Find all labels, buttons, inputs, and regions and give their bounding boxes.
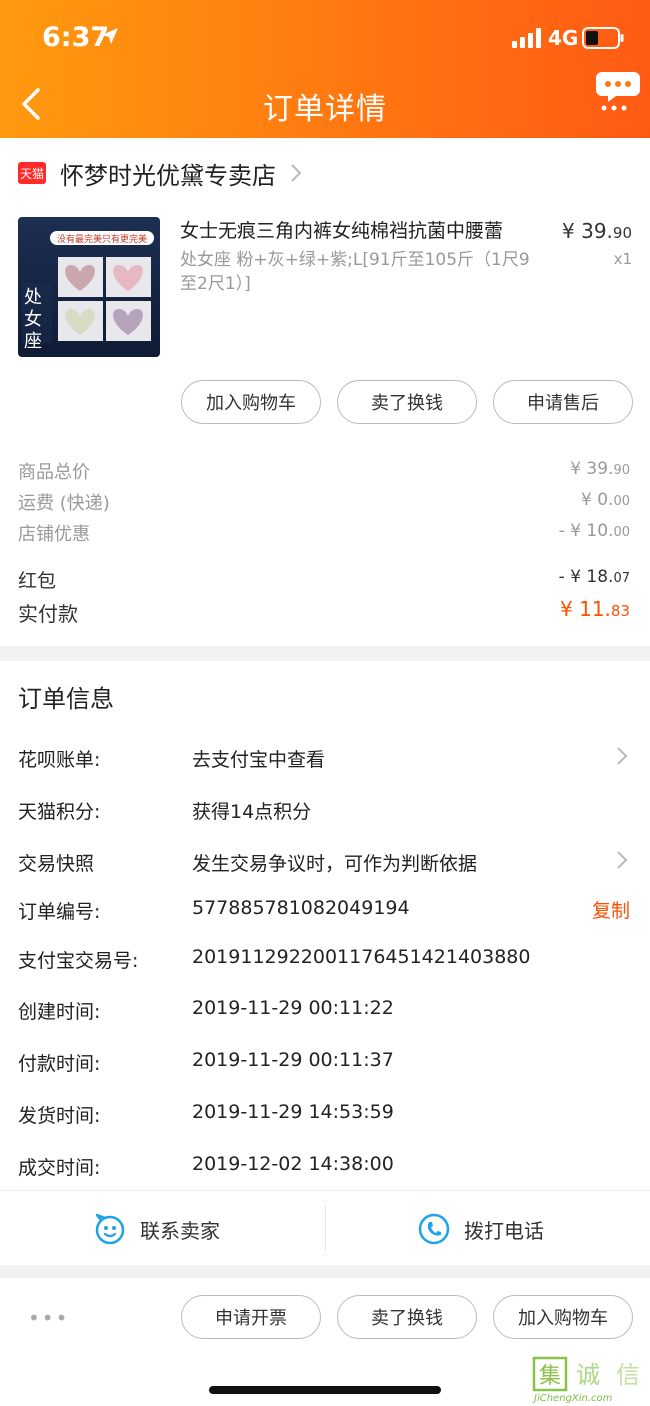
info-value-completed: 2019-12-02 14:38:00 xyxy=(192,1153,394,1175)
fee-label-discount: 店铺优惠 xyxy=(18,524,90,545)
fee-value-total: ¥ 39.90 xyxy=(570,459,630,479)
product-title[interactable]: 女士无痕三角内裤女纯棉裆抗菌中腰蕾 xyxy=(180,216,550,243)
shop-name[interactable]: 怀梦时光优黛专卖店 xyxy=(60,156,276,191)
product-image-caption-side: 处女座 xyxy=(24,287,42,352)
info-label-completed: 成交时间: xyxy=(18,1157,101,1179)
chevron-right-icon xyxy=(291,164,302,182)
info-value-alipay-no: 2019112922001176451421403880 xyxy=(192,946,531,968)
contact-divider-line xyxy=(0,1190,650,1191)
watermark-text: JiChengXin.com xyxy=(534,1393,613,1404)
info-label-order-no: 订单编号: xyxy=(18,901,101,923)
add-to-cart-bottom-button[interactable]: 加入购物车 xyxy=(493,1295,633,1339)
location-arrow-icon xyxy=(102,28,118,44)
info-value-huabei[interactable]: 去支付宝中查看 xyxy=(192,745,325,772)
info-value-paid-time: 2019-11-29 00:11:37 xyxy=(192,1049,394,1071)
page-title: 订单详情 xyxy=(263,92,387,127)
shop-row[interactable]: 天猫 怀梦时光优黛专卖店 xyxy=(18,156,302,191)
info-label-points: 天猫积分: xyxy=(18,801,101,823)
status-bar: 6:37 4G xyxy=(0,0,650,78)
header-bar: 6:37 4G 订单详情 xyxy=(0,0,650,138)
call-phone-label: 拨打电话 xyxy=(464,1218,544,1243)
chevron-right-icon[interactable] xyxy=(616,746,628,766)
info-value-created: 2019-11-29 00:11:22 xyxy=(192,997,394,1019)
sell-for-cash-button[interactable]: 卖了换钱 xyxy=(337,380,477,424)
product-qty: x1 xyxy=(613,250,632,268)
svg-text:集: 集 xyxy=(539,1364,561,1389)
contact-seller-button[interactable]: 联系卖家 xyxy=(94,1204,220,1254)
call-phone-button[interactable]: 拨打电话 xyxy=(418,1204,544,1254)
info-label-snapshot: 交易快照 xyxy=(18,853,95,875)
info-value-shipped: 2019-11-29 14:53:59 xyxy=(192,1101,394,1123)
order-info-title: 订单信息 xyxy=(18,685,114,713)
fee-label-shipping: 运费 (快递) xyxy=(18,493,110,514)
copy-order-no-button[interactable]: 复制 xyxy=(592,896,630,923)
chevron-right-icon[interactable] xyxy=(616,850,628,870)
info-value-snapshot[interactable]: 发生交易争议时，可作为判断依据 xyxy=(192,849,477,876)
fee-value-shipping: ¥ 0.00 xyxy=(581,490,630,510)
info-value-points: 获得14点积分 xyxy=(192,801,312,823)
info-label-shipped: 发货时间: xyxy=(18,1105,101,1127)
info-label-alipay-no: 支付宝交易号: xyxy=(18,950,139,972)
more-options-button[interactable]: ••• xyxy=(28,1306,69,1330)
contact-divider xyxy=(325,1206,326,1250)
battery-icon xyxy=(582,27,624,49)
after-sale-button[interactable]: 申请售后 xyxy=(493,380,633,424)
info-value-order-no: 577885781082049194 xyxy=(192,897,410,919)
fee-value-discount: - ¥ 10.00 xyxy=(558,521,630,541)
info-label-created: 创建时间: xyxy=(18,1001,101,1023)
product-sku: 处女座 粉+灰+绿+紫;L[91斤至105斤（1尺9至2尺1）] xyxy=(180,250,530,294)
fee-label-redpacket: 红包 xyxy=(18,570,57,592)
product-price: ¥ 39.90 xyxy=(562,219,632,243)
product-image[interactable]: 没有最完美只有更完美 处女座 xyxy=(18,217,160,357)
sell-for-cash-bottom-button[interactable]: 卖了换钱 xyxy=(337,1295,477,1339)
tmall-badge: 天猫 xyxy=(18,162,46,184)
add-to-cart-button[interactable]: 加入购物车 xyxy=(181,380,321,424)
network-type: 4G xyxy=(548,26,579,50)
info-label-huabei: 花呗账单: xyxy=(18,749,101,771)
chat-face-icon xyxy=(95,1213,125,1245)
svg-text:信: 信 xyxy=(616,1361,640,1389)
home-indicator xyxy=(209,1386,441,1394)
fee-label-paid: 实付款 xyxy=(18,602,78,626)
product-image-caption-top: 没有最完美只有更完美 xyxy=(56,235,147,245)
phone-icon xyxy=(418,1213,450,1245)
signal-icon xyxy=(512,28,541,48)
message-bubble-icon[interactable] xyxy=(596,68,640,112)
svg-text:诚: 诚 xyxy=(576,1361,600,1389)
contact-seller-label: 联系卖家 xyxy=(140,1218,220,1243)
fee-value-paid: ¥ 11.83 xyxy=(560,597,630,621)
fee-label-total: 商品总价 xyxy=(18,462,90,483)
request-invoice-button[interactable]: 申请开票 xyxy=(181,1295,321,1339)
info-label-paid-time: 付款时间: xyxy=(18,1053,101,1075)
fee-value-redpacket: - ¥ 18.07 xyxy=(558,567,630,587)
